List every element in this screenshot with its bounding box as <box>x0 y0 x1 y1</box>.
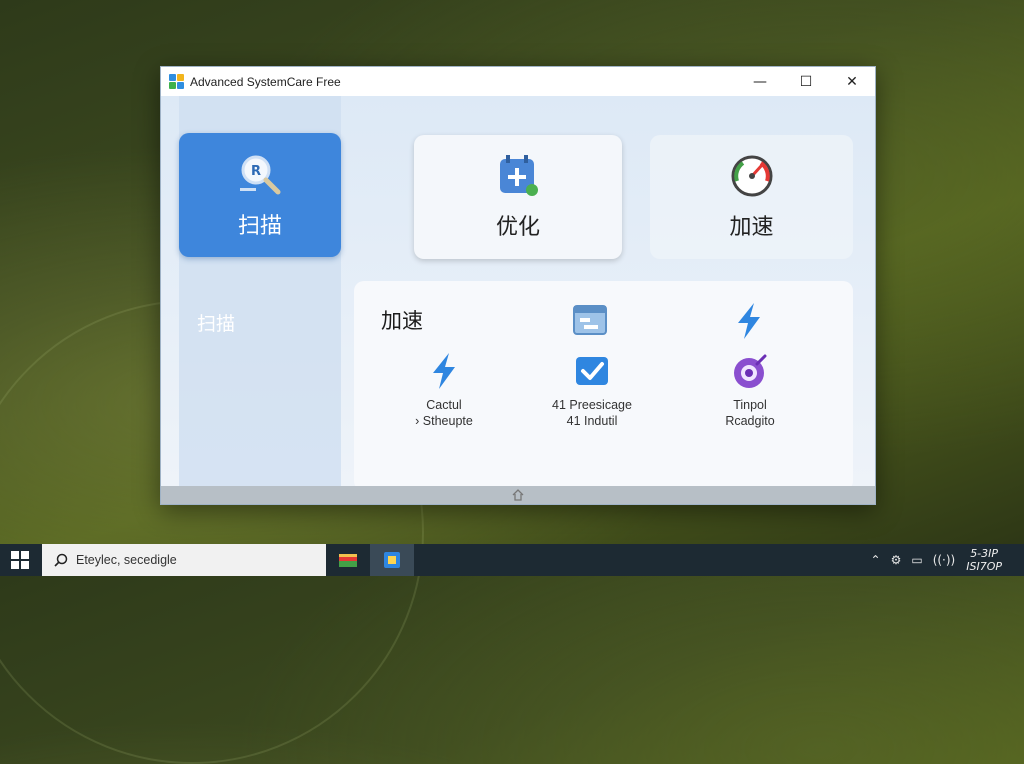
title-bar[interactable]: Advanced SystemCare Free — ☐ ✕ <box>161 67 875 96</box>
maximize-button[interactable]: ☐ <box>783 67 829 96</box>
clock-time: 5-3IP <box>970 547 999 560</box>
feature-title: Cactul <box>426 398 462 412</box>
window-title: Advanced SystemCare Free <box>190 74 341 89</box>
speedup-panel: 加速 Cactul › Stheupte 41 Preesicage 41 In… <box>354 281 853 491</box>
app-logo-icon <box>384 552 400 568</box>
clock-date: ISI7OP <box>966 560 1002 573</box>
app-window: Advanced SystemCare Free — ☐ ✕ R 扫描 优化 加… <box>160 66 876 505</box>
lightning-icon <box>433 353 455 389</box>
folder-icon <box>339 554 357 567</box>
taskbar-clock[interactable]: 5-3IP ISI7OP <box>966 547 1002 573</box>
start-button[interactable] <box>0 544 40 576</box>
check-box-icon <box>576 357 608 385</box>
scan-tile-label: 扫描 <box>237 214 282 239</box>
panel-title: 加速 <box>381 309 423 333</box>
feature-item[interactable]: 41 Preesicage 41 Indutil <box>534 351 650 429</box>
wifi-icon[interactable]: ((·)) <box>933 553 956 567</box>
lightning-icon[interactable] <box>732 301 766 341</box>
windows-logo-icon <box>11 551 29 569</box>
feature-subtitle: › Stheupte <box>415 414 473 428</box>
battery-icon[interactable]: ▭ <box>911 553 922 567</box>
taskbar-app-advancedsystemcare[interactable] <box>370 544 414 576</box>
search-icon <box>54 553 68 567</box>
sidebar-active-label[interactable]: 扫描 <box>197 309 235 336</box>
optimize-tile[interactable]: 优化 <box>414 135 622 259</box>
speedup-tile-label: 加速 <box>729 215 774 240</box>
calendar-plus-icon <box>500 155 538 196</box>
taskbar-search-box[interactable]: Eteylec, secedigle <box>42 544 326 576</box>
feature-subtitle: Rcadgito <box>725 414 775 428</box>
optimize-tile-label: 优化 <box>495 215 540 240</box>
taskbar: Eteylec, secedigle ⌃ ⚙ ▭ ((·)) 5-3IP ISI… <box>0 544 1024 576</box>
minimize-button[interactable]: — <box>737 67 783 96</box>
gear-icon[interactable]: ⚙ <box>891 553 902 567</box>
purple-target-icon <box>734 354 767 388</box>
feature-title: Tinpol <box>733 398 767 412</box>
feature-item[interactable]: Tinpol Rcadgito <box>700 351 800 429</box>
chevron-up-icon[interactable]: ⌃ <box>871 553 881 567</box>
close-button[interactable]: ✕ <box>829 67 875 96</box>
window-settings-icon[interactable] <box>572 303 610 339</box>
scan-tile[interactable]: R 扫描 <box>179 133 341 257</box>
speedometer-icon <box>731 155 772 197</box>
search-text: Eteylec, secedigle <box>76 553 177 567</box>
svg-text:R: R <box>251 164 261 179</box>
status-bar <box>161 486 875 504</box>
speedup-tile[interactable]: 加速 <box>650 135 853 259</box>
taskbar-app-explorer[interactable] <box>326 544 370 576</box>
close-icon: ✕ <box>846 73 858 90</box>
feature-item[interactable]: Cactul › Stheupte <box>394 351 494 429</box>
home-icon[interactable] <box>512 489 524 501</box>
minimize-icon: — <box>753 73 767 90</box>
maximize-icon: ☐ <box>799 73 813 90</box>
main-area: R 扫描 优化 加速 扫描 加速 Cactul › Stheupte 41 Pr… <box>161 96 875 491</box>
app-logo-icon <box>169 73 185 90</box>
scan-magnifier-icon: R <box>240 155 281 195</box>
feature-subtitle: 41 Indutil <box>566 414 618 428</box>
system-tray: ⌃ ⚙ ▭ ((·)) 5-3IP ISI7OP <box>866 544 1024 576</box>
feature-title: 41 Preesicage <box>552 398 632 412</box>
